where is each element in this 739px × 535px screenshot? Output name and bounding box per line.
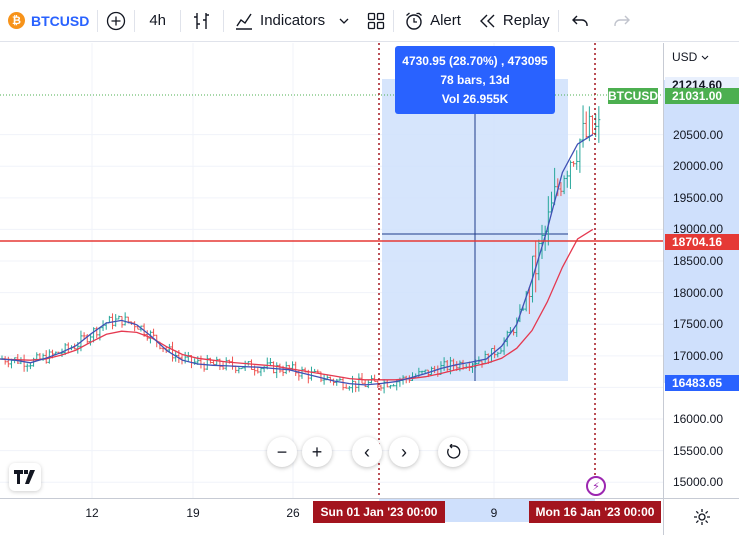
chevron-down-icon[interactable] <box>339 12 349 29</box>
chart-type-button[interactable] <box>181 0 223 42</box>
indicators-icon <box>234 11 254 31</box>
bar-chart-type-icon <box>193 11 211 31</box>
scroll-right-button[interactable]: › <box>389 437 419 467</box>
price-tick-label: 15000.00 <box>672 475 723 490</box>
symbol-search-button[interactable]: ₿ BTCUSD <box>0 0 97 42</box>
price-scale[interactable]: USD 20500.00 20000.00 19500.00 19000.00 1850… <box>663 43 739 498</box>
interval-label: 4h <box>149 12 167 29</box>
plus-circle-icon <box>106 11 126 31</box>
reset-chart-button[interactable] <box>438 437 468 467</box>
zoom-out-button[interactable]: − <box>267 437 297 467</box>
measure-change: 4730.95 (28.70%) , 473095 <box>402 54 548 68</box>
price-tick-label: 18500.00 <box>672 254 723 269</box>
tradingview-logo[interactable] <box>9 463 41 491</box>
alarm-clock-icon <box>404 11 424 31</box>
symbol-label: BTCUSD <box>31 12 90 29</box>
undo-icon <box>571 14 589 28</box>
chevron-down-icon <box>701 55 709 60</box>
price-tick-label: 16000.00 <box>672 412 723 426</box>
chart-settings-button[interactable] <box>663 498 739 535</box>
measure-bars: 78 bars, 13d <box>440 73 510 87</box>
price-tick-label: 20000.00 <box>672 159 723 174</box>
top-toolbar: ₿ BTCUSD 4h Indicators Alert Replay <box>0 0 739 42</box>
replay-button[interactable]: Replay <box>471 0 558 42</box>
replay-label: Replay <box>502 12 550 29</box>
currency-label: USD <box>672 50 698 64</box>
range-end-time-label: Mon 16 Jan '23 00:00 <box>529 501 661 523</box>
price-tick-label: 19500.00 <box>672 190 723 205</box>
compare-symbol-button[interactable] <box>98 0 134 42</box>
zoom-in-button[interactable]: + <box>302 437 332 467</box>
reset-icon <box>447 444 461 459</box>
measure-tooltip: 4730.95 (28.70%) , 473095 78 bars, 13d V… <box>395 46 555 114</box>
time-tick-label: 9 <box>490 506 498 520</box>
price-chart[interactable] <box>0 43 663 498</box>
price-tick-label: 20500.00 <box>672 127 723 142</box>
range-low-price-label: 16483.65 <box>665 375 739 391</box>
price-tick-label: 18000.00 <box>672 285 723 300</box>
undo-button[interactable] <box>559 0 601 42</box>
grid-layout-icon <box>367 12 385 30</box>
indicators-button[interactable]: Indicators <box>224 0 359 42</box>
alert-label: Alert <box>430 12 461 29</box>
replay-rewind-icon <box>479 13 497 29</box>
last-price-label: 21031.00 <box>665 88 739 104</box>
hline-price-label: 18704.16 <box>665 234 739 250</box>
redo-button[interactable] <box>601 0 643 42</box>
indicators-label: Indicators <box>260 12 326 29</box>
chart-window: ₿ BTCUSD 4h Indicators Alert Replay 4730… <box>0 0 739 535</box>
symbol-price-tag: BTCUSD <box>608 88 658 104</box>
layout-templates-button[interactable] <box>359 0 393 42</box>
time-tick-label: 26 <box>286 506 300 520</box>
gear-icon <box>693 509 710 525</box>
time-scale[interactable]: 12 19 26 9 Sun 01 Jan '23 00:00 Mon 16 J… <box>0 498 663 535</box>
redo-icon <box>613 14 631 28</box>
lightning-icon[interactable]: ⚡ <box>586 476 606 496</box>
bitcoin-icon: ₿ <box>8 12 25 29</box>
chart-pane[interactable]: 4730.95 (28.70%) , 473095 78 bars, 13d V… <box>0 43 663 498</box>
currency-select[interactable]: USD <box>672 50 709 64</box>
time-tick-label: 19 <box>186 506 200 520</box>
time-tick-label: 12 <box>85 506 99 520</box>
interval-button[interactable]: 4h <box>135 0 180 42</box>
scroll-left-button[interactable]: ‹ <box>352 437 382 467</box>
range-start-time-label: Sun 01 Jan '23 00:00 <box>313 501 445 523</box>
alert-button[interactable]: Alert <box>394 0 471 42</box>
price-tick-label: 15500.00 <box>672 443 723 458</box>
price-tick-label: 17000.00 <box>672 348 723 363</box>
measure-volume: Vol 26.955K <box>441 92 509 106</box>
price-tick-label: 17500.00 <box>672 317 723 332</box>
